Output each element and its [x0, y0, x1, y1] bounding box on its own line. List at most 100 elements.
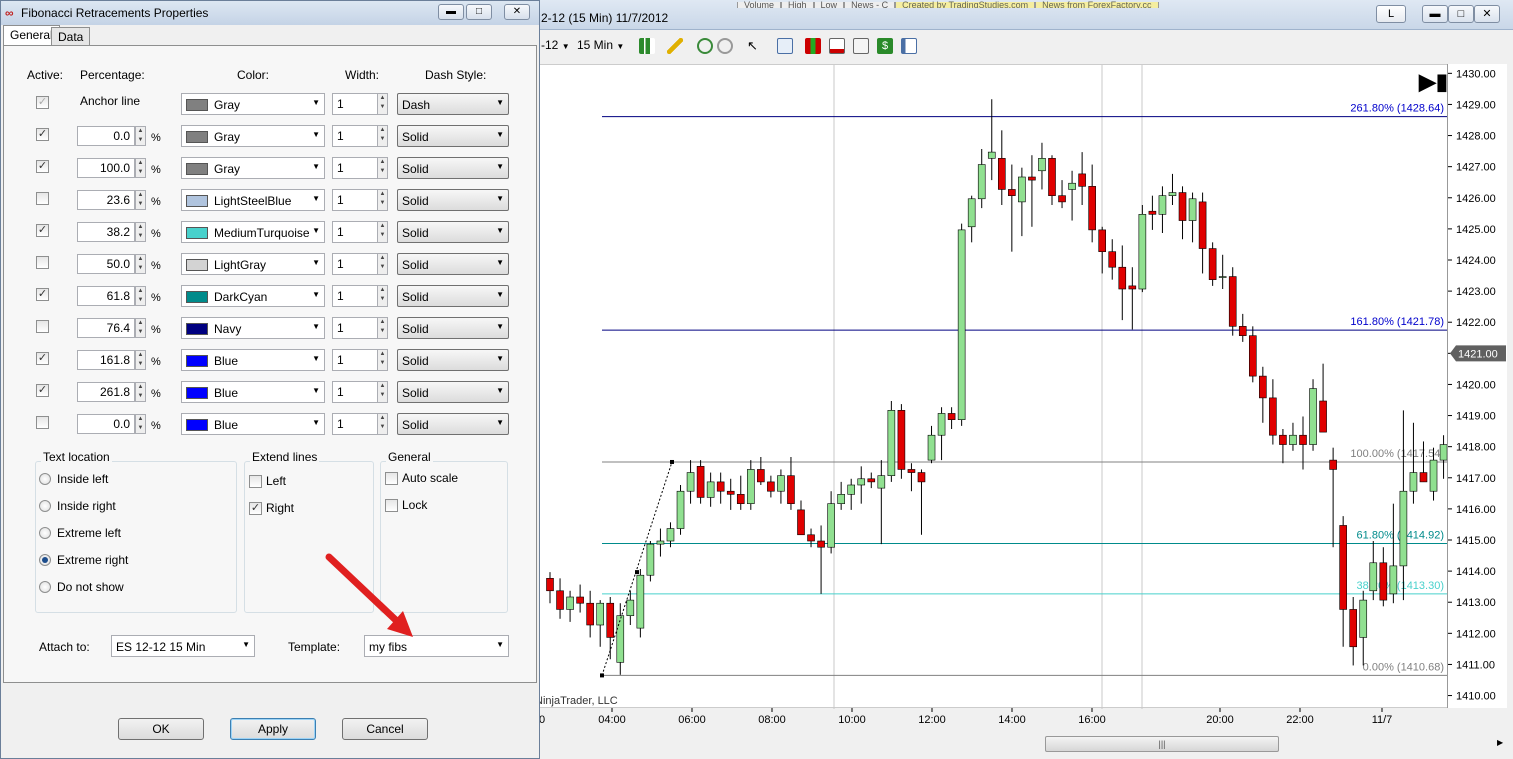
percentage-spinner[interactable]: ▲ ▼: [135, 254, 146, 274]
color-dropdown[interactable]: Blue ▼: [181, 349, 325, 371]
general-option-checkbox[interactable]: [385, 472, 398, 485]
percentage-spinner[interactable]: ▲ ▼: [135, 126, 146, 146]
width-spinner[interactable]: ▲ ▼: [377, 317, 388, 339]
percentage-input[interactable]: 161.8: [77, 350, 135, 370]
text-location-radio[interactable]: [39, 581, 51, 593]
background-tab[interactable]: Volume: [737, 1, 782, 8]
active-checkbox[interactable]: [36, 320, 49, 333]
percentage-input[interactable]: 38.2: [77, 222, 135, 242]
extend-lines-checkbox[interactable]: ✓: [249, 502, 262, 515]
width-input[interactable]: 1 ▲ ▼: [332, 189, 388, 211]
candlestick-chart[interactable]: 261.80% (1428.64) 161.80% (1421.78) 100.00…: [537, 65, 1488, 709]
width-spinner[interactable]: ▲ ▼: [377, 381, 388, 403]
color-dropdown[interactable]: Gray ▼: [181, 93, 325, 115]
scroll-right-icon[interactable]: ▶: [1497, 738, 1503, 747]
width-input[interactable]: 1 ▲ ▼: [332, 253, 388, 275]
dollar-icon[interactable]: $: [877, 38, 893, 54]
width-input[interactable]: 1 ▲ ▼: [332, 317, 388, 339]
percentage-spinner[interactable]: ▲ ▼: [135, 222, 146, 242]
scrollbar-thumb[interactable]: |||: [1045, 736, 1279, 752]
tab-data[interactable]: Data: [51, 27, 91, 45]
indicators-icon[interactable]: [829, 38, 845, 54]
close-button[interactable]: ✕: [1474, 5, 1500, 23]
chart-plot-area[interactable]: 261.80% (1428.64) 161.80% (1421.78) 100.00…: [535, 64, 1488, 709]
color-dropdown[interactable]: Navy ▼: [181, 317, 325, 339]
zoom-out-icon[interactable]: [717, 38, 733, 54]
width-spinner[interactable]: ▲ ▼: [377, 157, 388, 179]
color-dropdown[interactable]: LightGray ▼: [181, 253, 325, 275]
dash-style-dropdown[interactable]: Solid ▼: [397, 221, 509, 243]
background-tab[interactable]: News - C: [844, 1, 896, 8]
background-tab[interactable]: High: [781, 1, 814, 8]
width-spinner[interactable]: ▲ ▼: [377, 93, 388, 115]
active-checkbox[interactable]: [36, 192, 49, 205]
percentage-input[interactable]: 23.6: [77, 190, 135, 210]
minimize-button[interactable]: ▬: [1422, 5, 1448, 23]
width-spinner[interactable]: ▲ ▼: [377, 253, 388, 275]
percentage-spinner[interactable]: ▲ ▼: [135, 350, 146, 370]
color-dropdown[interactable]: DarkCyan ▼: [181, 285, 325, 307]
pencil-icon[interactable]: [667, 38, 683, 54]
chart-style-icon[interactable]: [639, 38, 655, 54]
width-input[interactable]: 1 ▲ ▼: [332, 349, 388, 371]
dialog-maximize-button[interactable]: □: [466, 4, 492, 20]
width-input[interactable]: 1 ▲ ▼: [332, 125, 388, 147]
play-icon[interactable]: ▶▮: [1419, 69, 1448, 95]
percentage-input[interactable]: 50.0: [77, 254, 135, 274]
dash-style-dropdown[interactable]: Solid ▼: [397, 253, 509, 275]
percentage-spinner[interactable]: ▲ ▼: [135, 158, 146, 178]
percentage-spinner[interactable]: ▲ ▼: [135, 286, 146, 306]
dash-style-dropdown[interactable]: Solid ▼: [397, 125, 509, 147]
width-spinner[interactable]: ▲ ▼: [377, 413, 388, 435]
width-spinner[interactable]: ▲ ▼: [377, 221, 388, 243]
percentage-spinner[interactable]: ▲ ▼: [135, 190, 146, 210]
active-checkbox[interactable]: ✓: [36, 384, 49, 397]
bars-icon[interactable]: [805, 38, 821, 54]
dash-style-dropdown[interactable]: Solid ▼: [397, 189, 509, 211]
active-checkbox[interactable]: ✓: [36, 160, 49, 173]
width-input[interactable]: 1 ▲ ▼: [332, 413, 388, 435]
dash-style-dropdown[interactable]: Solid ▼: [397, 317, 509, 339]
text-location-radio[interactable]: [39, 473, 51, 485]
active-checkbox[interactable]: [36, 416, 49, 429]
color-dropdown[interactable]: Blue ▼: [181, 413, 325, 435]
extend-lines-checkbox[interactable]: [249, 475, 262, 488]
general-option-checkbox[interactable]: [385, 499, 398, 512]
active-checkbox[interactable]: ✓: [36, 352, 49, 365]
interval-selector[interactable]: 15 Min ▼: [577, 38, 624, 52]
percentage-input[interactable]: 76.4: [77, 318, 135, 338]
active-checkbox[interactable]: ✓: [36, 224, 49, 237]
strategies-icon[interactable]: [853, 38, 869, 54]
dash-style-dropdown[interactable]: Solid ▼: [397, 349, 509, 371]
chart-scrollbar[interactable]: ||| ▶: [537, 734, 1507, 754]
maximize-button[interactable]: □: [1448, 5, 1474, 23]
color-dropdown[interactable]: Gray ▼: [181, 157, 325, 179]
dash-style-dropdown[interactable]: Solid ▼: [397, 381, 509, 403]
cursor-icon[interactable]: ↖: [747, 38, 763, 54]
link-button[interactable]: L: [1376, 5, 1406, 23]
dash-style-dropdown[interactable]: Solid ▼: [397, 157, 509, 179]
percentage-input[interactable]: 61.8: [77, 286, 135, 306]
dialog-minimize-button[interactable]: ▬: [438, 4, 464, 20]
percentage-input[interactable]: 261.8: [77, 382, 135, 402]
cancel-button[interactable]: Cancel: [342, 718, 428, 740]
zoom-in-icon[interactable]: [697, 38, 713, 54]
width-spinner[interactable]: ▲ ▼: [377, 349, 388, 371]
background-tab[interactable]: News from ForexFactory.cc: [1035, 1, 1159, 8]
apply-button[interactable]: Apply: [230, 718, 316, 740]
width-spinner[interactable]: ▲ ▼: [377, 189, 388, 211]
price-axis[interactable]: 1430.00 1429.00 1428.00 1427.00 1426.00 1425.…: [1447, 64, 1507, 708]
active-checkbox[interactable]: [36, 256, 49, 269]
width-input[interactable]: 1 ▲ ▼: [332, 157, 388, 179]
dash-style-dropdown[interactable]: Dash ▼: [397, 93, 509, 115]
dialog-close-button[interactable]: ✕: [504, 4, 530, 20]
color-dropdown[interactable]: Blue ▼: [181, 381, 325, 403]
percentage-spinner[interactable]: ▲ ▼: [135, 382, 146, 402]
percentage-spinner[interactable]: ▲ ▼: [135, 318, 146, 338]
percentage-input[interactable]: 0.0: [77, 126, 135, 146]
percentage-input[interactable]: 100.0: [77, 158, 135, 178]
text-location-radio[interactable]: [39, 500, 51, 512]
attach-to-dropdown[interactable]: ES 12-12 15 Min ▼: [111, 635, 255, 657]
dash-style-dropdown[interactable]: Solid ▼: [397, 285, 509, 307]
active-checkbox[interactable]: ✓: [36, 128, 49, 141]
